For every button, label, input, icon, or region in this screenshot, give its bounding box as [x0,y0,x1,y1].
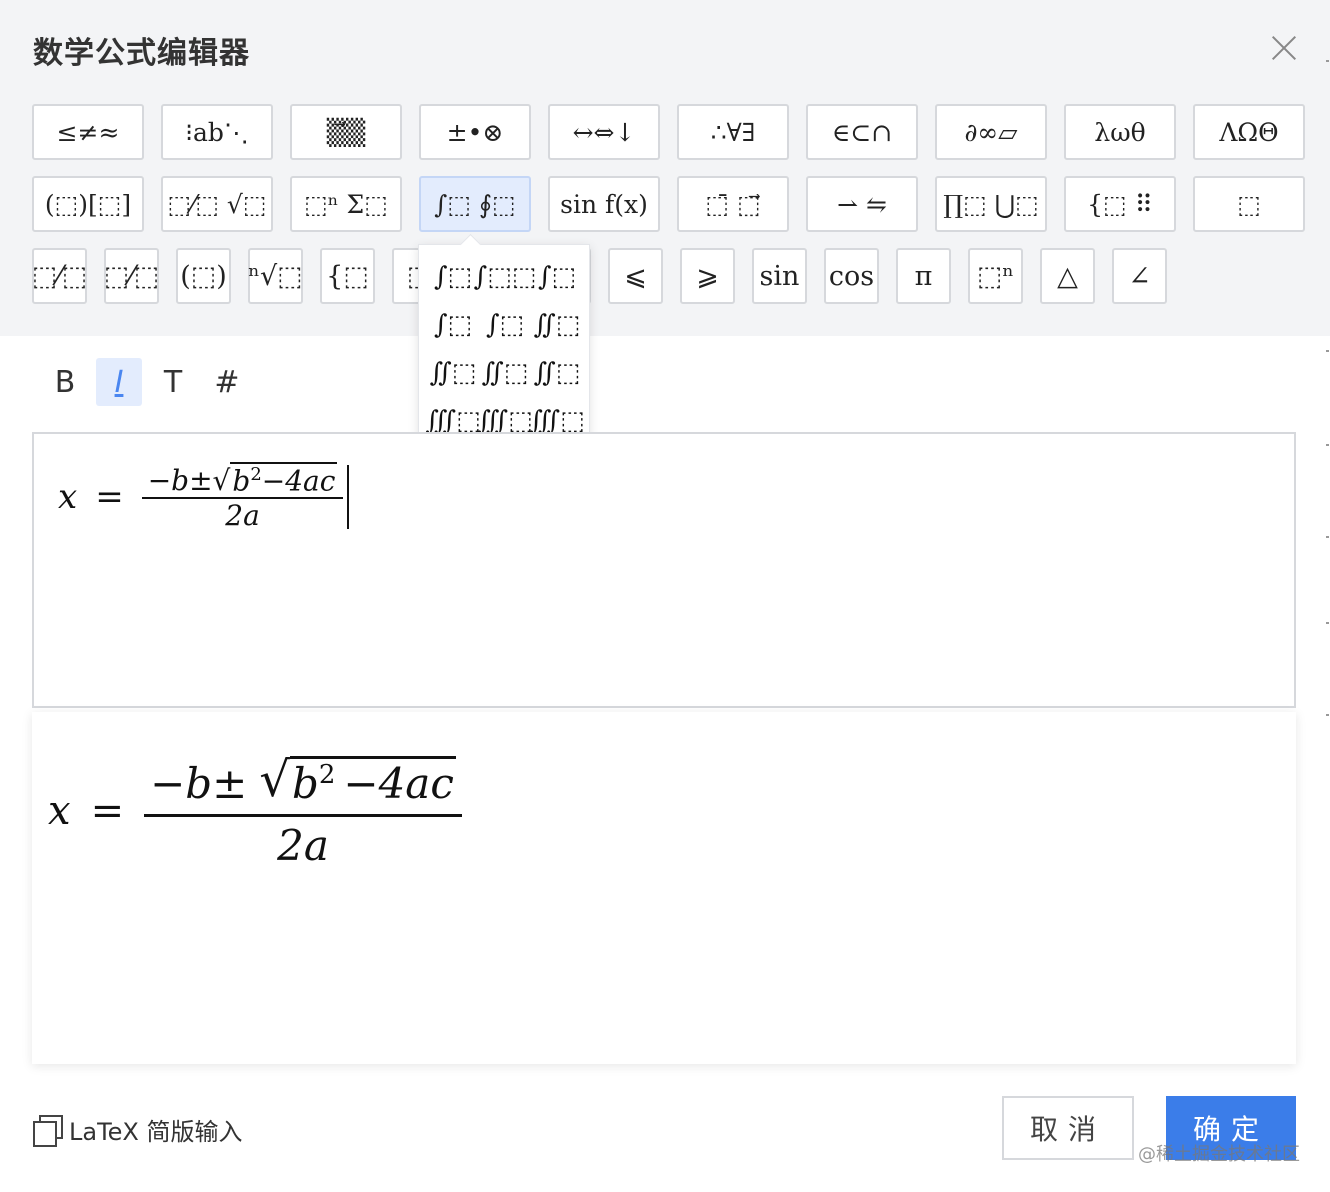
formula-lhs: x [58,477,78,518]
formula-sqrt: √ b2−4ac [213,462,338,497]
formula-equals: = [95,477,124,518]
toolbar-btn-parens[interactable]: (⬚) [176,248,231,304]
preview-numerator: −b± √ b2 −4ac [144,752,462,814]
formula-input[interactable]: x = −b± √ b2−4ac 2a [32,432,1296,708]
toolbar-btn-triangle[interactable]: △ [1040,248,1095,304]
toolbar-row-2: (⬚)[⬚] ⬚⁄⬚ √⬚ ⬚ⁿ Σ⬚ ∫⬚ ∮⬚ sin f(x) ⬚̄ ⬚⃗… [32,176,1305,232]
preview-lhs: x [48,788,71,834]
preview-denominator: 2a [277,821,329,870]
toolbar-btn-integrals[interactable]: ∫⬚ ∮⬚ [419,176,531,232]
integral-item[interactable]: ∬⬚ [531,349,583,397]
latex-input-toggle[interactable]: LaTeX 简版输入 [33,1112,243,1147]
editor-formula: x = −b± √ b2−4ac 2a [58,462,350,533]
integral-item[interactable]: ∫⬚ [427,253,479,301]
toolbar-btn-products[interactable]: ∏⬚ ⋃⬚ [935,176,1047,232]
integral-item[interactable]: ∫⬚ [531,253,583,301]
formula-preview: x = −b± √ b2 −4ac 2a [32,712,1296,1064]
toolbar-btn-pi[interactable]: π [896,248,951,304]
toolbar-btn-fraction-radical[interactable]: ⬚⁄⬚ √⬚ [161,176,273,232]
watermark: @稀土掘金技术社区 [1138,1144,1300,1165]
toolbar-btn-fraction[interactable]: ⬚⁄⬚ [32,248,87,304]
toolbar-btn-misc-symbols[interactable]: ∂∞▱ [935,104,1047,160]
toolbar-btn-cos[interactable]: cos [824,248,879,304]
toolbar-row-1: ≤≠≈ ⁝ab⋱ ▒⃗▒ ±•⊗ ↔⇔↓ ∴∀∃ ∈⊂∩ ∂∞▱ λωθ ΛΩΘ [32,104,1305,160]
dialog-title: 数学公式编辑器 [33,36,250,71]
cancel-button[interactable]: 取消 [1002,1096,1134,1160]
toolbar-btn-sin[interactable]: sin [752,248,807,304]
latex-input-label: LaTeX 简版输入 [69,1118,243,1146]
integral-item[interactable]: ∬⬚ [479,349,531,397]
italic-button[interactable]: I [96,358,142,406]
preview-sqrt: √ b2 −4ac [259,752,456,808]
preview-radicand-rest: −4ac [343,759,454,808]
close-icon[interactable] [1266,30,1302,66]
toolbar-btn-box[interactable]: ⬚ [1193,176,1305,232]
integral-item[interactable]: ∫⬚ [427,301,479,349]
toolbar-btn-geq[interactable]: ⩾ [680,248,735,304]
preview-radicand-base: b [291,759,319,808]
toolbar-row-3: ⬚⁄⬚ ⬚⁄⬚ (⬚) ⁿ√⬚ {⬚ ⬚ • ⩽ ⩾ sin cos π ⬚ⁿ … [32,248,1167,304]
toolbar-btn-script-sum[interactable]: ⬚ⁿ Σ⬚ [290,176,402,232]
preview-sqrt-radical: √ [259,752,290,808]
toolbar-btn-superscript[interactable]: ⬚ⁿ [968,248,1023,304]
toolbar-btn-brackets[interactable]: (⬚)[⬚] [32,176,144,232]
window-edge [1326,0,1330,1192]
toolbar-btn-matrices[interactable]: {⬚ ⠿ [1064,176,1176,232]
formula-num-prefix: −b± [147,464,213,498]
radicand-base: b [232,464,251,498]
toolbar-btn-leq[interactable]: ⩽ [608,248,663,304]
preview-radicand: b2 −4ac [289,756,456,808]
toolbar-btn-vectors[interactable]: ▒⃗▒ [290,104,402,160]
toolbar-btn-sets[interactable]: ∈⊂∩ [806,104,918,160]
radicand-rest: −4ac [261,464,336,498]
preview-equals: = [90,788,125,834]
toolbar-btn-arrows[interactable]: ↔⇔↓ [548,104,660,160]
toolbar-btn-angle[interactable]: ∠ [1112,248,1167,304]
formula-numerator: −b± √ b2−4ac [142,462,344,497]
number-button[interactable]: # [204,358,250,406]
sqrt-radical: √ [212,464,231,498]
formula-denominator: 2a [225,499,260,533]
bold-button[interactable]: B [42,358,88,406]
text-button[interactable]: T [150,358,196,406]
toolbar-btn-operators[interactable]: ±•⊗ [419,104,531,160]
toolbar-btn-labeled-arrows[interactable]: ⇀ ⇋ [806,176,918,232]
integral-item[interactable]: ∬⬚ [427,349,479,397]
latex-input-icon [33,1114,63,1147]
preview-formula: x = −b± √ b2 −4ac 2a [48,752,462,870]
toolbar-btn-cases[interactable]: {⬚ [320,248,375,304]
formula-fraction: −b± √ b2−4ac 2a [141,462,344,533]
toolbar-btn-relations[interactable]: ≤≠≈ [32,104,144,160]
format-bar: B I T # [42,358,250,406]
preview-fraction: −b± √ b2 −4ac 2a [144,752,462,870]
radicand-exponent: 2 [250,464,262,485]
integral-item[interactable]: ∬⬚ [531,301,583,349]
integral-item[interactable]: ∫⬚ [479,301,531,349]
toolbar-btn-greek-upper[interactable]: ΛΩΘ [1193,104,1305,160]
text-caret [347,465,350,530]
toolbar-btn-greek-lower[interactable]: λωθ [1064,104,1176,160]
formula-radicand: b2−4ac [230,462,338,498]
toolbar-btn-logic[interactable]: ∴∀∃ [677,104,789,160]
toolbar-btn-small-fraction[interactable]: ⬚⁄⬚ [104,248,159,304]
integral-item[interactable]: ∫⬚⬚ [474,253,537,301]
toolbar-btn-functions[interactable]: sin f(x) [548,176,660,232]
toolbar-btn-nth-root[interactable]: ⁿ√⬚ [248,248,303,304]
preview-num-prefix: −b± [150,759,248,808]
toolbar-btn-accents[interactable]: ⁝ab⋱ [161,104,273,160]
toolbar-btn-overbar[interactable]: ⬚̄ ⬚⃗ [677,176,789,232]
preview-radicand-exponent: 2 [318,760,336,790]
